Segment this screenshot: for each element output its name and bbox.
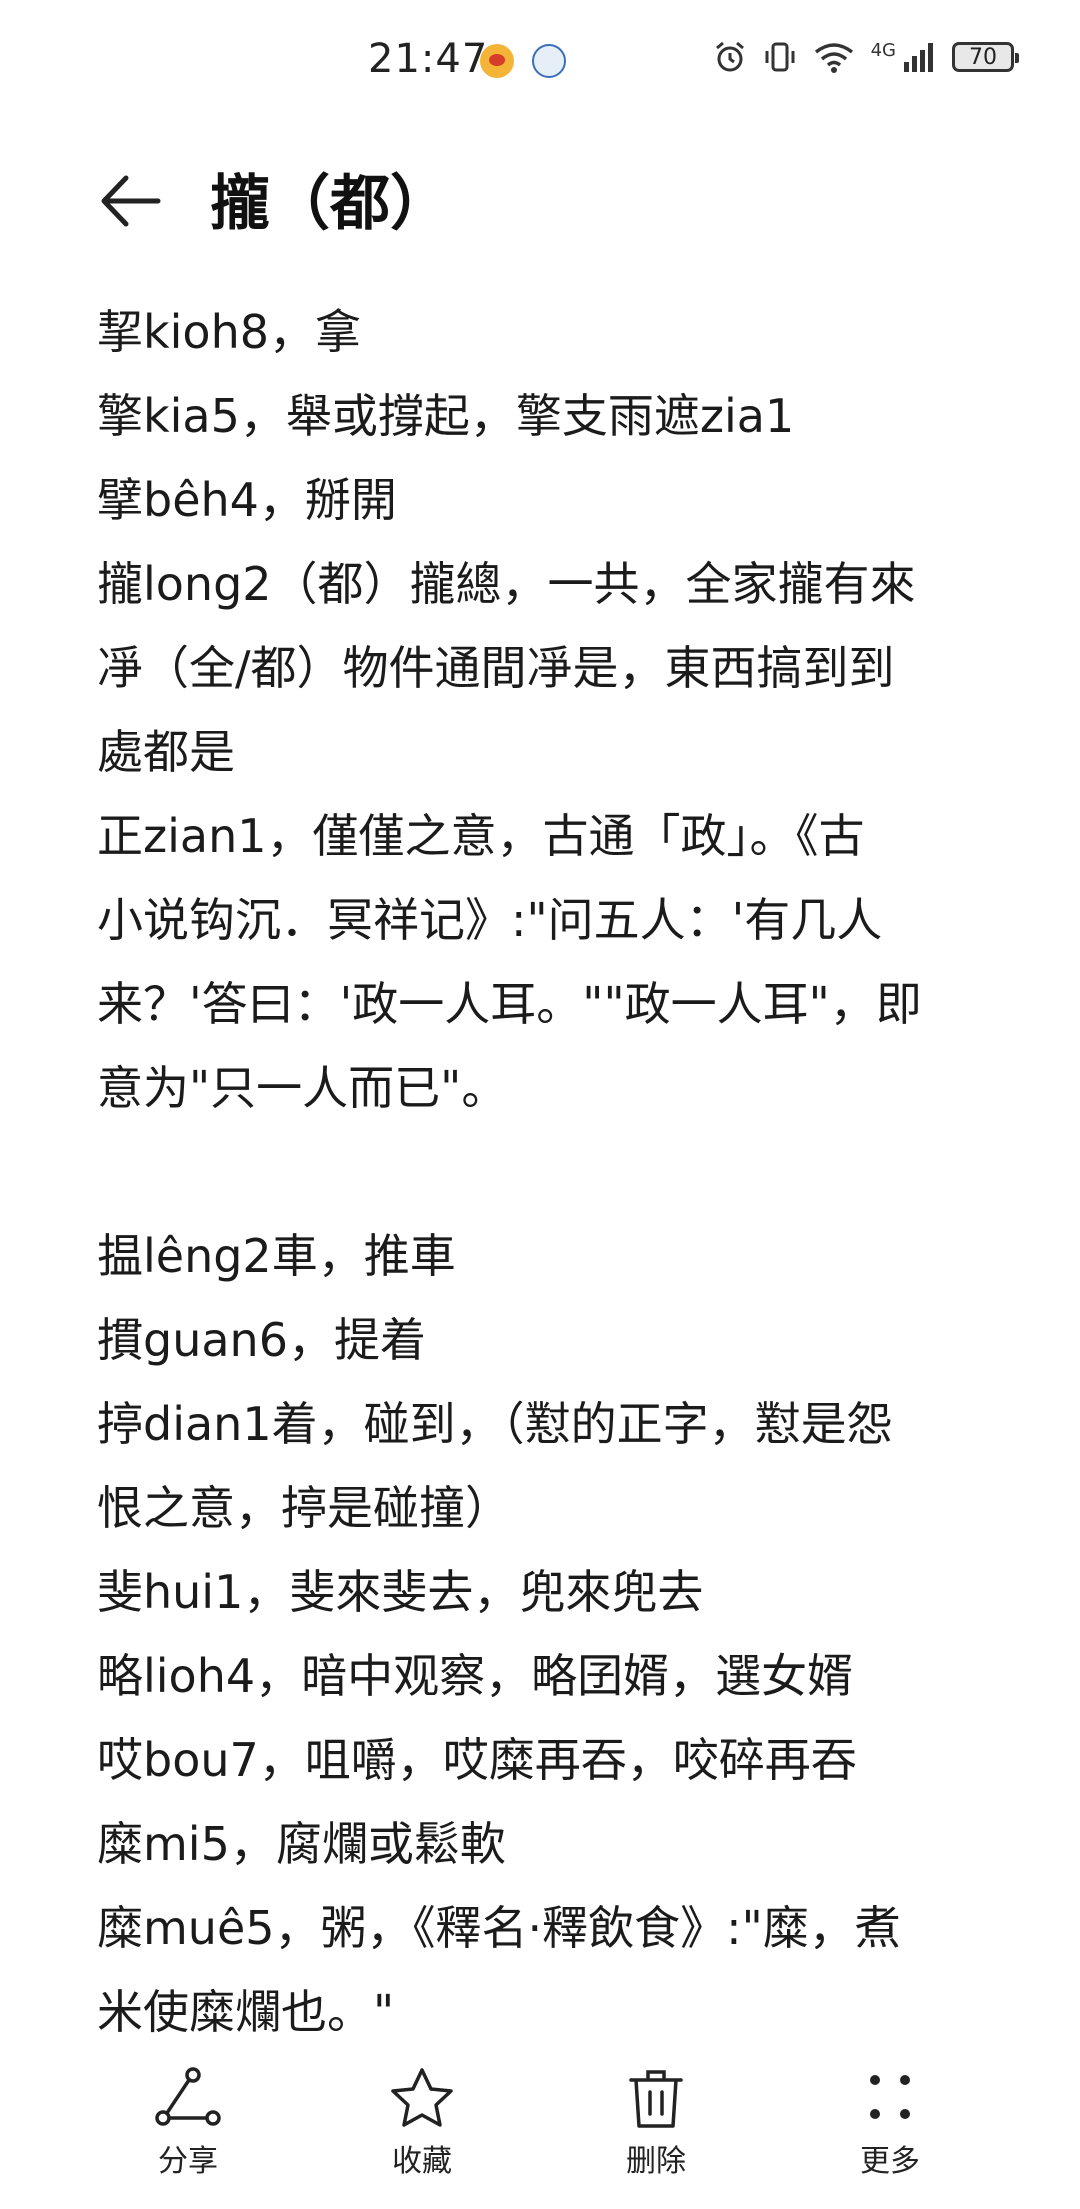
content-line: 糜mi5，腐爛或鬆軟 — [97, 1817, 506, 1871]
content-line: 揨dian1着，碰到，（懟的正字，懟是怨 — [97, 1397, 893, 1451]
battery-level: 70 — [969, 44, 997, 70]
battery-icon: 70 — [952, 42, 1019, 72]
content-line: 米使糜爛也。" — [97, 1985, 395, 2039]
share-button[interactable]: 分享 — [108, 2066, 268, 2180]
delete-button[interactable]: 删除 — [576, 2066, 736, 2180]
share-icon — [155, 2067, 221, 2126]
content-line: 處都是 — [97, 725, 235, 779]
bottom-action-bar: 分享 收藏 删除 更多 — [0, 2060, 1080, 2209]
favorite-label: 收藏 — [392, 2144, 452, 2179]
content-line: 凈（全/都）物件通間凈是，東西搞到到 — [97, 641, 895, 695]
content-line: 揾lêng2車，推車 — [97, 1229, 456, 1283]
network-type: 4G — [870, 40, 896, 61]
signal-icon — [904, 43, 933, 72]
status-system-icons: 4G 70 — [713, 40, 1019, 74]
content-line: 来？'答曰：'政一人耳。""政一人耳"，即 — [97, 977, 922, 1031]
app-notification-icon — [532, 44, 566, 78]
content-line: 挈kioh8，拿 — [97, 305, 361, 359]
content-line: 意为"只一人而已"。 — [97, 1061, 508, 1115]
delete-label: 删除 — [626, 2144, 686, 2179]
note-content[interactable]: 挈kioh8，拿擎kia5，舉或撐起，擎支雨遮zia1 擘bêh4，掰開攏long… — [97, 290, 997, 2054]
more-dots-icon — [870, 2075, 910, 2119]
content-line: 攏long2（都）攏總，一共，全家攏有來 — [97, 557, 916, 611]
content-line: 斐hui1，斐來斐去，兜來兜去 — [97, 1565, 704, 1619]
share-label: 分享 — [158, 2144, 218, 2179]
content-line: 哎bou7，咀嚼，哎糜再吞，咬碎再吞 — [97, 1733, 857, 1787]
more-label: 更多 — [860, 2144, 920, 2179]
favorite-button[interactable]: 收藏 — [342, 2066, 502, 2180]
more-button[interactable]: 更多 — [810, 2066, 970, 2180]
content-line: 摜guan6，提着 — [97, 1313, 426, 1367]
page-title: 攏（都） — [210, 169, 450, 239]
content-line: 擘bêh4，掰開 — [97, 473, 397, 527]
header: 攏（都） — [0, 150, 1080, 260]
content-line: 恨之意，揨是碰撞） — [97, 1481, 511, 1535]
wifi-icon — [814, 43, 853, 73]
content-line: 糜muê5，粥，《釋名·釋飲食》:"糜，煮 — [97, 1901, 901, 1955]
star-icon — [391, 2068, 453, 2127]
vibrate-icon — [765, 42, 795, 72]
content-line: 擎kia5，舉或撐起，擎支雨遮zia1 — [97, 389, 795, 443]
weibo-app-icon — [480, 44, 514, 78]
content-line: 正zian1，僅僅之意，古通「政」。《古 — [97, 809, 865, 863]
status-bar: 21:47 4G 70 — [0, 0, 1080, 120]
status-notification-icons — [480, 44, 566, 78]
status-time: 21:47 — [368, 36, 489, 82]
trash-icon — [629, 2070, 683, 2128]
alarm-icon — [715, 41, 744, 72]
content-line: 小说钩沉．冥祥记》:"问五人：'有几人 — [97, 893, 883, 947]
content-line: 略lioh4，暗中观察，略囝婿，選女婿 — [97, 1649, 854, 1703]
arrow-left-icon[interactable] — [96, 166, 166, 236]
